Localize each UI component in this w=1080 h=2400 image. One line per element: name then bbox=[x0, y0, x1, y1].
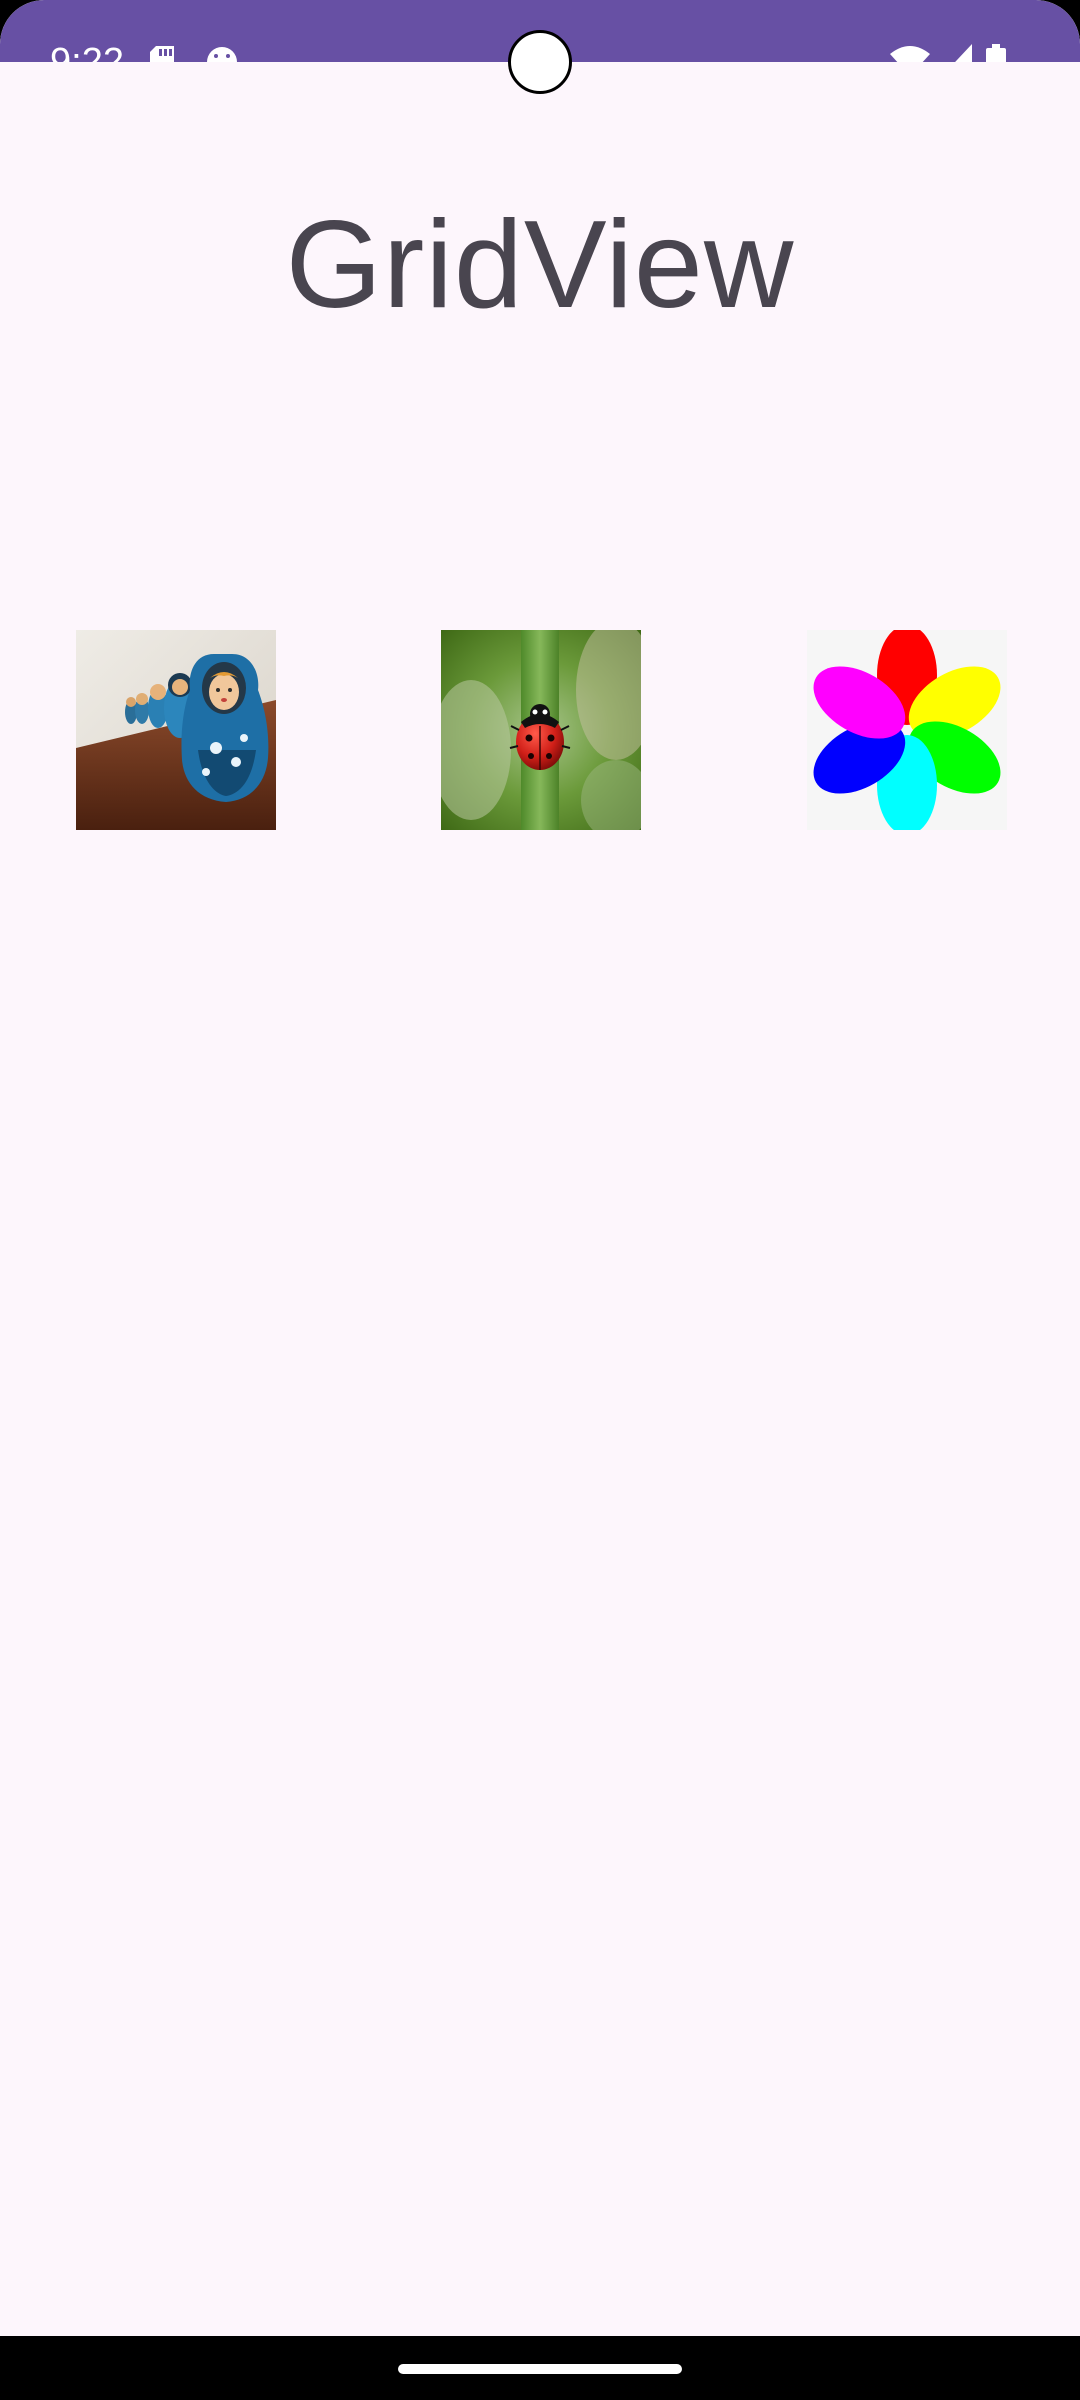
grid-item-ladybug[interactable] bbox=[441, 630, 641, 830]
gesture-handle[interactable] bbox=[398, 2364, 682, 2374]
grid-item-pinwheel[interactable] bbox=[807, 630, 1007, 830]
phone-screen: 9:22 GridView bbox=[0, 0, 1080, 2400]
pinwheel-image bbox=[807, 630, 1007, 830]
battery-icon bbox=[986, 44, 1006, 62]
android-debug-icon bbox=[207, 47, 237, 62]
navigation-bar bbox=[0, 2336, 1080, 2400]
grid-item-nesting-dolls[interactable] bbox=[76, 630, 276, 830]
grid-view bbox=[0, 630, 1080, 830]
ladybug-image bbox=[441, 630, 641, 830]
sd-card-icon bbox=[150, 46, 174, 62]
signal-icon bbox=[955, 44, 972, 62]
status-time: 9:22 bbox=[50, 41, 124, 62]
app-title: GridView bbox=[285, 196, 795, 334]
nesting-dolls-image bbox=[76, 630, 276, 830]
wifi-icon bbox=[890, 46, 930, 62]
camera-cutout bbox=[508, 30, 572, 94]
